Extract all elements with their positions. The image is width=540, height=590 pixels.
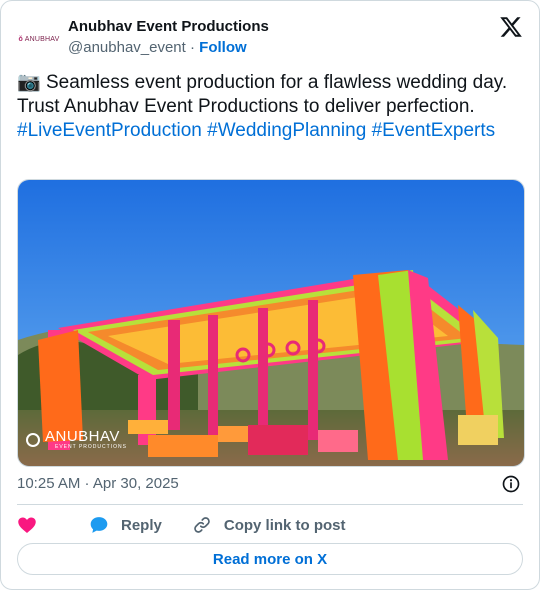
camera-emoji-icon: 📷	[17, 72, 41, 93]
divider	[17, 504, 523, 505]
watermark-subtitle: EVENT PRODUCTIONS	[55, 444, 127, 450]
hashtag-link[interactable]: #WeddingPlanning	[207, 120, 366, 141]
post-text: 📷 Seamless event production for a flawle…	[17, 71, 517, 143]
handle-separator: ·	[190, 39, 195, 56]
link-icon	[194, 517, 210, 533]
post-body: Seamless event production for a flawless…	[17, 72, 508, 117]
embedded-post-card: ŏ ANUBHAV Anubhav Event Productions @anu…	[0, 0, 540, 590]
author-info: Anubhav Event Productions @anubhav_event…	[68, 17, 269, 58]
author-handle[interactable]: @anubhav_event	[68, 39, 186, 56]
author-handle-line: @anubhav_event · Follow	[68, 38, 269, 58]
reply-bubble-icon	[90, 517, 108, 533]
author-avatar[interactable]: ŏ ANUBHAV	[17, 17, 61, 61]
post-timestamp[interactable]: 10:25 AM · Apr 30, 2025	[17, 475, 179, 492]
reply-button[interactable]: Reply	[89, 515, 162, 535]
post-header: ŏ ANUBHAV Anubhav Event Productions @anu…	[17, 15, 523, 61]
x-logo-icon[interactable]	[499, 15, 523, 39]
heart-icon	[18, 517, 36, 533]
copy-link-label: Copy link to post	[223, 516, 346, 534]
like-button[interactable]	[17, 515, 37, 535]
post-actions: Reply Copy link to post	[17, 513, 376, 537]
reply-label: Reply	[121, 516, 162, 534]
avatar-logo: ŏ ANUBHAV	[18, 35, 60, 43]
hashtag-link[interactable]: #LiveEventProduction	[17, 120, 202, 141]
copy-link-button[interactable]: Copy link to post	[192, 515, 346, 535]
watermark-brand: ANUBHAV	[45, 428, 120, 445]
author-display-name[interactable]: Anubhav Event Productions	[68, 17, 269, 37]
watermark-logo-icon	[26, 432, 40, 447]
wedding-canopy-photo	[18, 180, 524, 466]
hashtag-link[interactable]: #EventExperts	[372, 120, 496, 141]
follow-link[interactable]: Follow	[199, 39, 247, 56]
info-icon[interactable]	[501, 474, 521, 494]
read-more-button[interactable]: Read more on X	[17, 543, 523, 575]
post-image[interactable]: ANUBHAV EVENT PRODUCTIONS	[17, 179, 525, 467]
image-watermark: ANUBHAV EVENT PRODUCTIONS	[26, 429, 127, 450]
